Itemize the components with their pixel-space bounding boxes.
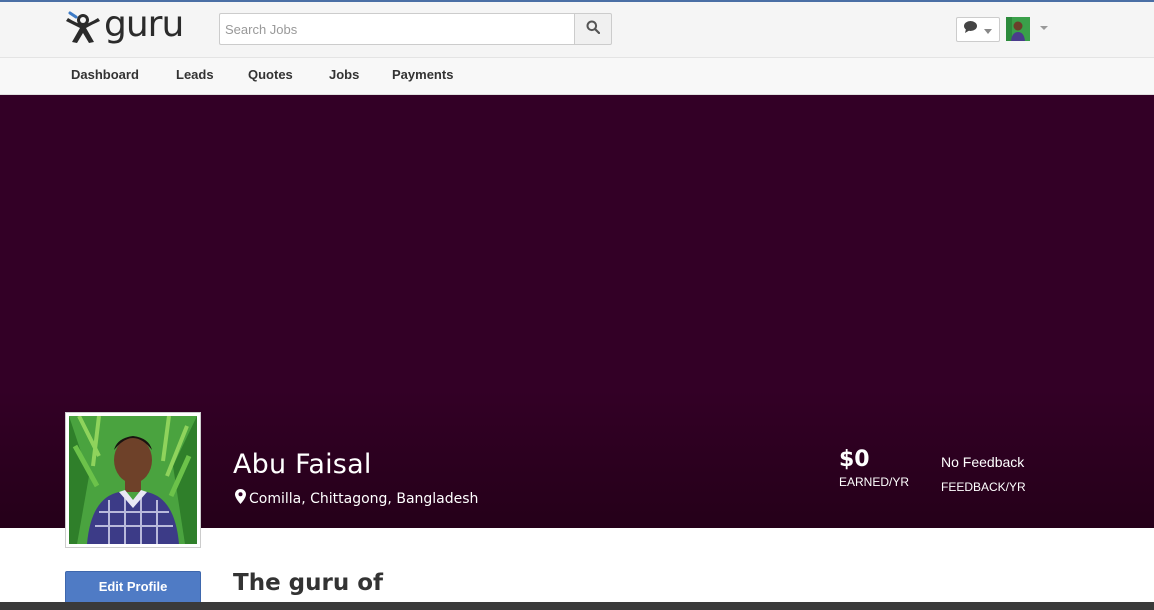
app-header: guru: [0, 2, 1154, 58]
guru-logo[interactable]: guru: [64, 4, 184, 46]
logo-wordmark: guru: [104, 4, 184, 45]
search-icon: [586, 20, 601, 39]
earned-value: $0: [839, 447, 870, 472]
profile-photo[interactable]: [65, 412, 201, 548]
user-avatar[interactable]: [1006, 17, 1030, 41]
profile-photo-image: [69, 416, 197, 544]
nav-item-payments[interactable]: Payments: [392, 67, 453, 82]
nav-item-dashboard[interactable]: Dashboard: [71, 67, 139, 82]
feedback-label: FEEDBACK/YR: [941, 480, 1026, 494]
feedback-value: No Feedback: [941, 454, 1025, 470]
map-marker-icon: [235, 489, 246, 508]
stat-earned: $0 EARNED/YR: [839, 447, 909, 489]
search-button[interactable]: [574, 13, 612, 45]
earned-label: EARNED/YR: [839, 475, 910, 489]
nav-item-quotes[interactable]: Quotes: [248, 67, 293, 82]
nav-item-leads[interactable]: Leads: [176, 67, 214, 82]
bottom-scroll-bar: [0, 602, 1154, 610]
location-text: Comilla, Chittagong, Bangladesh: [249, 490, 479, 507]
account-menu-caret-icon[interactable]: [1040, 26, 1048, 30]
edit-profile-button[interactable]: Edit Profile: [65, 571, 201, 604]
chevron-down-icon: [984, 21, 992, 39]
profile-headline: The guru of: [233, 570, 384, 596]
profile-location: Comilla, Chittagong, Bangladesh: [235, 489, 478, 508]
guru-logo-icon: [64, 11, 102, 45]
chat-bubble-icon: [963, 20, 978, 39]
profile-name: Abu Faisal: [233, 449, 372, 480]
main-nav: Dashboard Leads Quotes Jobs Payments: [0, 58, 1154, 95]
messages-dropdown[interactable]: [956, 17, 1000, 42]
stat-feedback: No Feedback FEEDBACK/YR: [941, 454, 1026, 494]
nav-item-jobs[interactable]: Jobs: [329, 67, 359, 82]
search-input[interactable]: [219, 13, 574, 45]
job-search: [219, 13, 612, 45]
